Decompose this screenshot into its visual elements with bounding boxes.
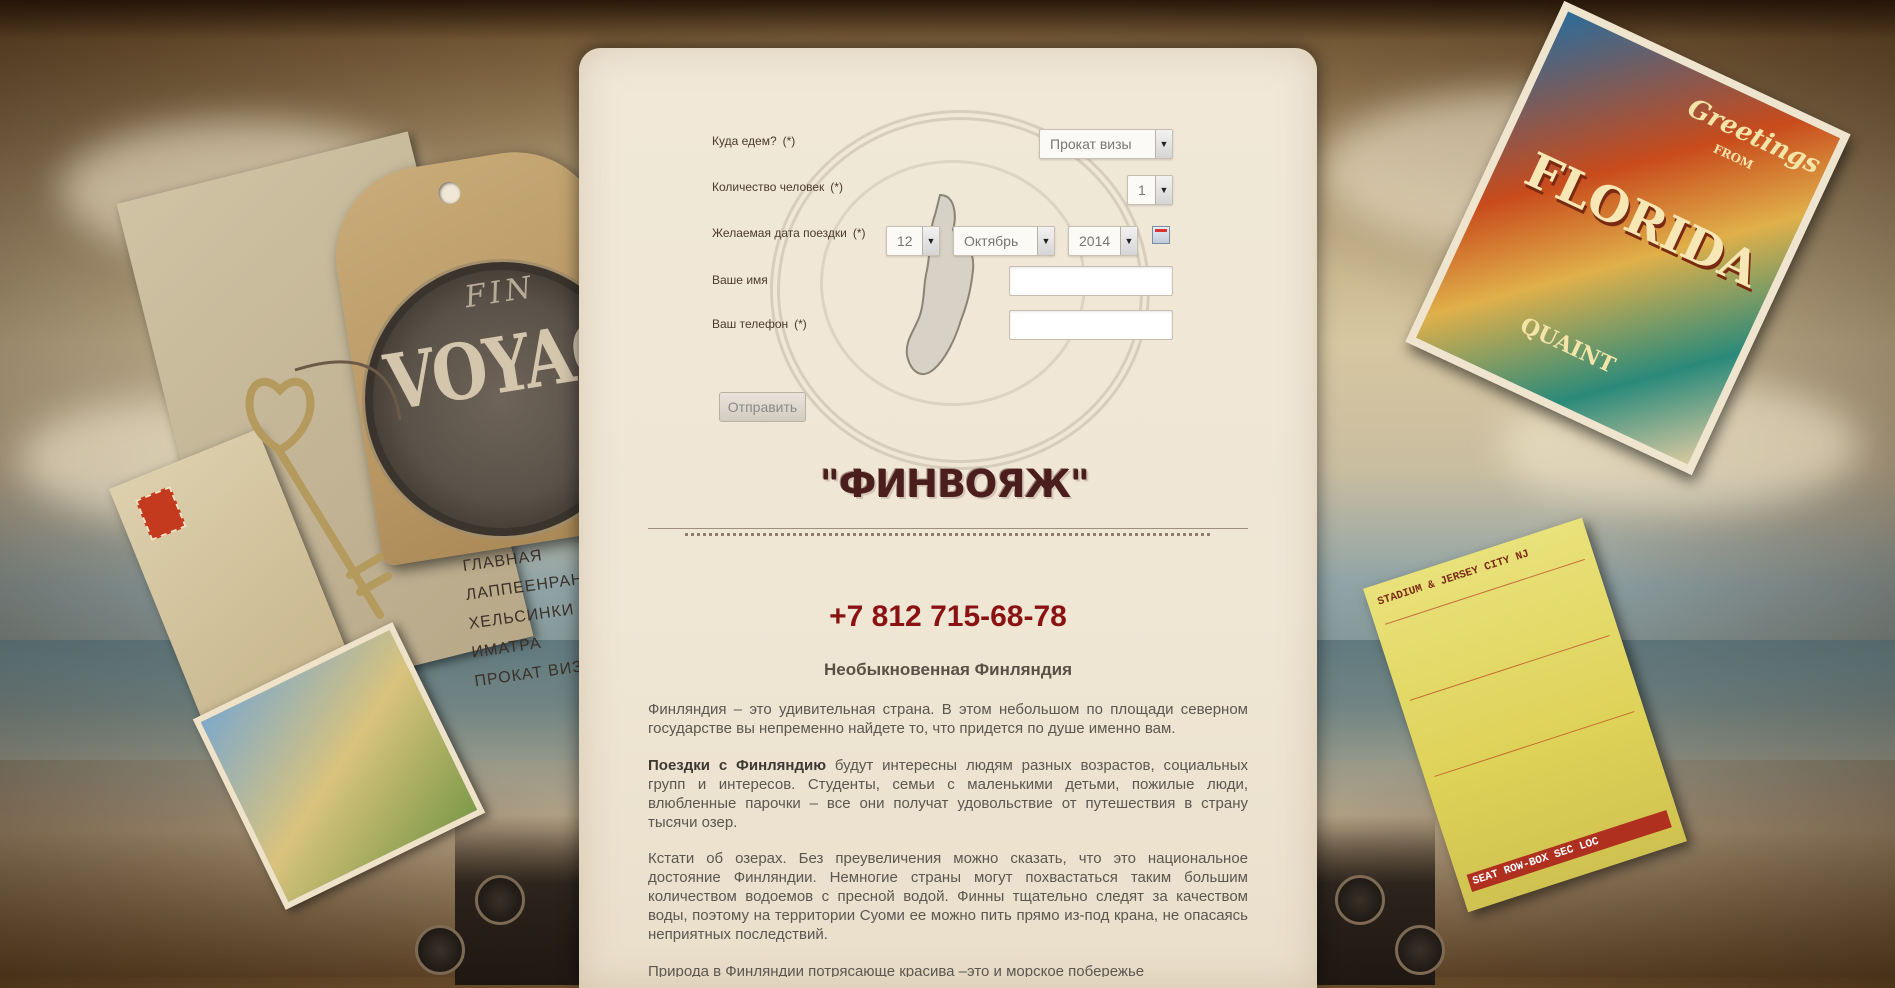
chevron-down-icon: ▼ [1120,227,1137,255]
paragraph-trips: Поездки с Финляндию будут интересны людя… [648,756,1248,832]
submit-button[interactable]: Отправить [719,392,806,422]
month-select[interactable]: Октябрь ▼ [953,226,1055,256]
section-heading: Необыкновенная Финляндия [824,660,1072,679]
finland-map-icon [905,193,975,375]
phone-label: Ваш телефон (*) [712,317,807,331]
chevron-down-icon: ▼ [1155,130,1172,158]
contact-phone[interactable]: +7 812 715-68-78 [650,600,1246,634]
date-label: Желаемая дата поездки (*) [712,226,866,240]
chevron-down-icon: ▼ [922,227,939,255]
page-title: "ФИНВОЯЖ" [820,462,1090,506]
divider-dots [685,533,1210,536]
destination-label: Куда едем? (*) [712,134,796,148]
people-select[interactable]: 1 ▼ [1127,175,1173,205]
paragraph-nature: Природа в Финляндии потрясающе красива –… [648,963,1145,977]
day-select[interactable]: 12 ▼ [886,226,940,256]
paragraph-lakes: Кстати об озерах. Без преувеличения можн… [648,850,1248,943]
divider [648,528,1248,529]
tag-hole [436,180,463,206]
people-label: Количество человек (*) [712,180,843,194]
name-input[interactable] [1009,266,1173,296]
florida-greetings: Greetings [1682,92,1825,181]
chevron-down-icon: ▼ [1037,227,1054,255]
skeleton-key-icon [245,360,402,619]
florida-quaint: QUAINT [1516,312,1620,379]
calendar-icon[interactable] [1152,226,1170,244]
ticket-seat: SEAT ROW-BOX SEC LOC [1466,809,1672,893]
name-label: Ваше имя [712,273,768,287]
destination-select[interactable]: Прокат визы ▼ [1039,129,1173,159]
chevron-down-icon: ▼ [1155,176,1172,204]
phone-input[interactable] [1009,310,1173,340]
trips-bold-text: Поездки с Финляндию [648,757,827,774]
paragraph-intro: Финляндия – это удивительная страна. В э… [648,701,1248,737]
year-select[interactable]: 2014 ▼ [1068,226,1138,256]
florida-state: FLORIDA [1516,141,1768,299]
